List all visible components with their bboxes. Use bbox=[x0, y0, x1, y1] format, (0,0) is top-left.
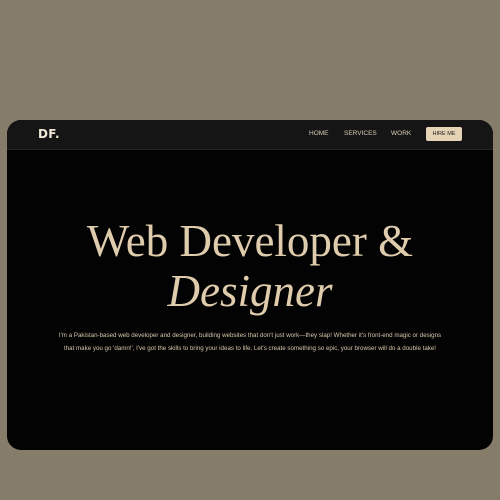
hire-me-button[interactable]: HIRE ME bbox=[426, 127, 462, 141]
nav-home-link[interactable]: HOME bbox=[309, 130, 329, 138]
logo[interactable]: DF. bbox=[38, 127, 60, 141]
hero-title: Web Developer & Designer bbox=[7, 216, 493, 316]
browser-frame: DF. HOME SERVICES WORK HIRE ME Web Devel… bbox=[7, 120, 493, 450]
nav-services-link[interactable]: SERVICES bbox=[344, 130, 377, 138]
hero-title-line2: Designer bbox=[167, 266, 333, 316]
hero-description: I'm a Pakistan-based web developer and d… bbox=[58, 332, 442, 352]
nav-work-link[interactable]: WORK bbox=[391, 130, 411, 138]
navbar: DF. HOME SERVICES WORK HIRE ME bbox=[7, 120, 493, 150]
hero-title-line1: Web Developer & bbox=[86, 216, 414, 266]
